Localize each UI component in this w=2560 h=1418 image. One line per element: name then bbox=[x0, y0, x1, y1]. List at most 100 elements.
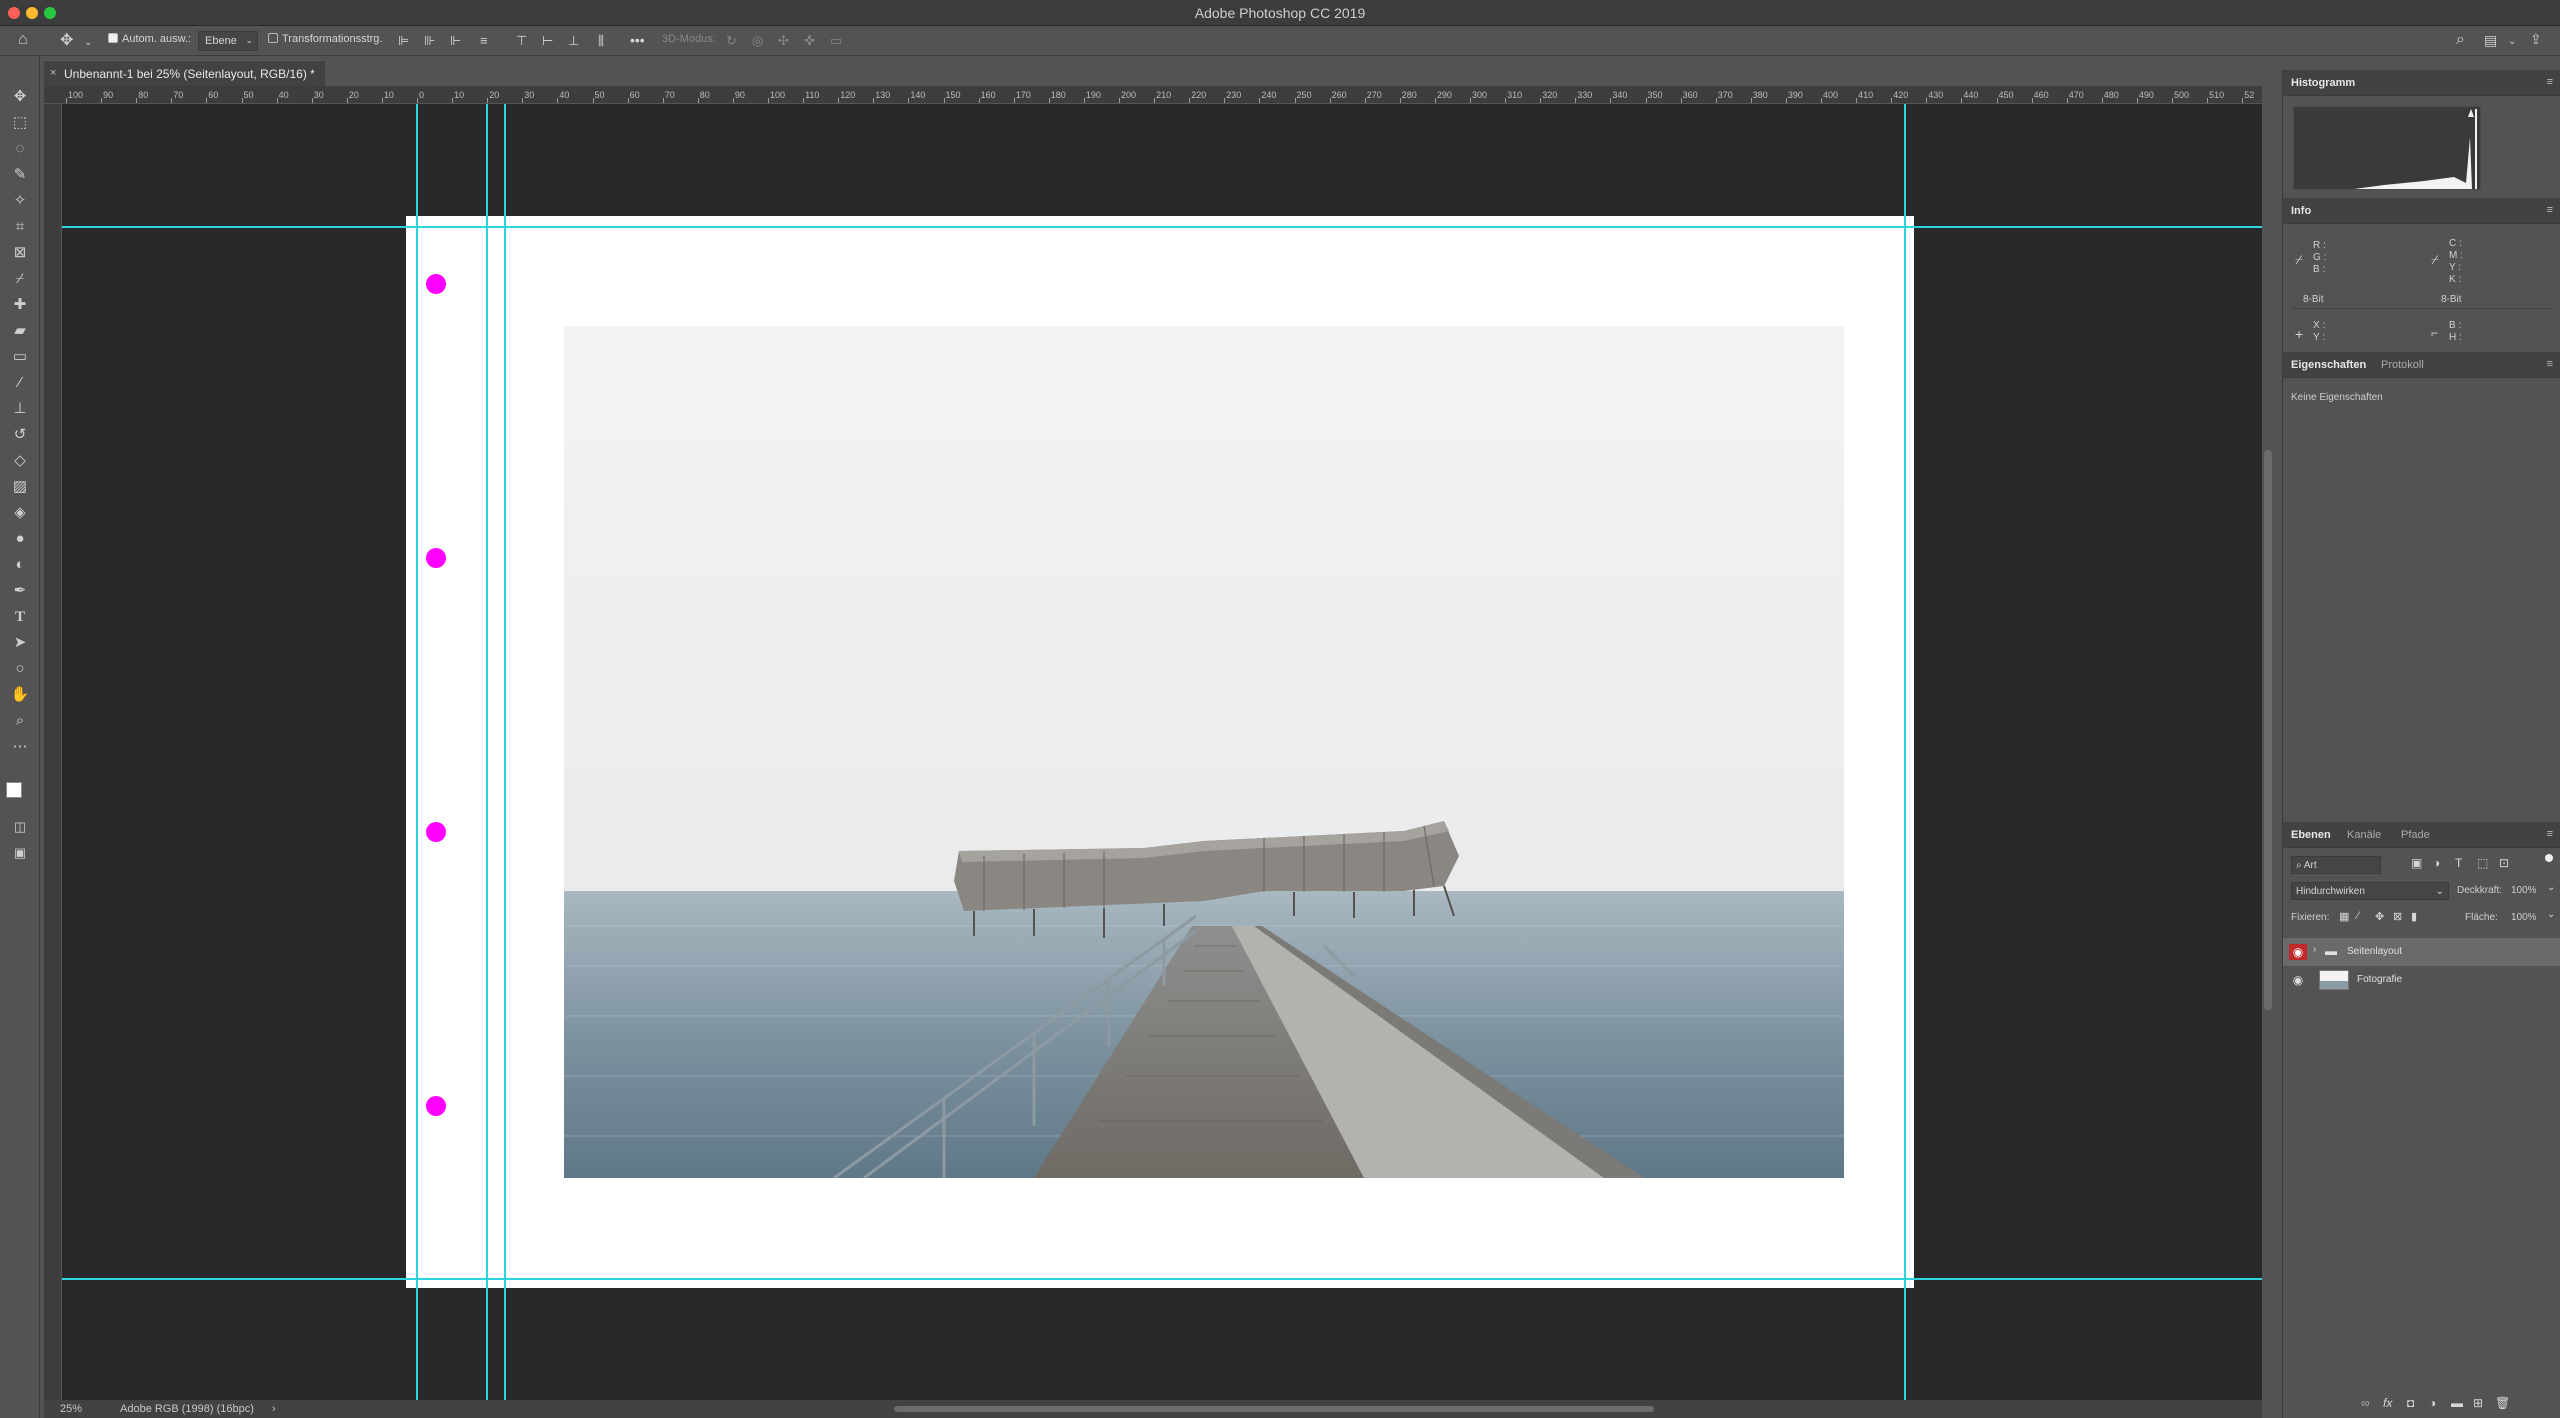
mask-icon[interactable]: ◘ bbox=[2407, 1396, 2414, 1410]
gradient-tool-icon[interactable]: ▨ bbox=[8, 476, 32, 498]
blend-mode-dropdown[interactable]: Hindurchwirken ⌄ bbox=[2291, 882, 2449, 900]
zoom-tool-icon[interactable]: ⌕ bbox=[8, 710, 32, 732]
horizontal-guide[interactable] bbox=[62, 226, 2262, 228]
dodge-tool-icon[interactable]: ◐ bbox=[8, 554, 32, 576]
more-tools-icon[interactable]: ⋯ bbox=[8, 736, 32, 758]
distribute-icon[interactable]: ≡ bbox=[480, 33, 488, 49]
path-selection-icon[interactable]: ➤ bbox=[8, 632, 32, 654]
paint-bucket-icon[interactable]: ◈ bbox=[8, 502, 32, 524]
magic-wand-icon[interactable]: ✧ bbox=[8, 190, 32, 212]
lock-artboard-icon[interactable]: ⊠ bbox=[2393, 910, 2402, 923]
tab-info[interactable]: Info bbox=[2291, 205, 2311, 217]
lock-all-icon[interactable]: ▮ bbox=[2411, 910, 2417, 923]
ruler-tool-icon[interactable]: ▰ bbox=[8, 320, 32, 342]
marquee-tool-icon[interactable]: ⬚ bbox=[8, 112, 32, 134]
layer-name[interactable]: Fotografie bbox=[2357, 974, 2402, 985]
screen-mode-icon[interactable]: ▣ bbox=[8, 842, 32, 864]
horizontal-scrollbar[interactable] bbox=[894, 1406, 1654, 1412]
visibility-eye-icon[interactable]: ◉ bbox=[2289, 972, 2307, 988]
vertical-guide[interactable] bbox=[486, 104, 488, 1400]
roll-3d-icon[interactable]: ◎ bbox=[752, 33, 763, 49]
chevron-down-icon[interactable]: ⌄ bbox=[2508, 34, 2516, 50]
history-brush-icon[interactable]: ↺ bbox=[8, 424, 32, 446]
layer-filter-dropdown[interactable]: ⌕ Art bbox=[2291, 856, 2381, 874]
layer-row-fotografie[interactable]: ◉ Fotografie bbox=[2283, 966, 2560, 994]
canvas-area[interactable]: 100 90 80 70 60 50 40 30 20 10 0 10 20 30 40 50 60 70 80 90… bbox=[44, 86, 2262, 1400]
vertical-guide[interactable] bbox=[416, 104, 418, 1400]
marker-dot[interactable] bbox=[426, 274, 446, 294]
quick-mask-icon[interactable]: ◫ bbox=[8, 816, 32, 838]
filter-type-icon[interactable]: T bbox=[2455, 856, 2462, 870]
search-icon[interactable]: ⌕ bbox=[2456, 32, 2465, 48]
layer-row-seitenlayout[interactable]: ◉ › ▬ Seitenlayout bbox=[2283, 938, 2560, 966]
marker-dot[interactable] bbox=[426, 1096, 446, 1116]
status-arrow-icon[interactable]: › bbox=[272, 1403, 276, 1415]
chevron-down-icon[interactable]: ⌄ bbox=[2547, 909, 2555, 920]
filter-adjust-icon[interactable]: ◑ bbox=[2433, 856, 2440, 870]
tab-channels[interactable]: Kanäle bbox=[2347, 829, 2381, 841]
home-icon[interactable]: ⌂ bbox=[18, 32, 28, 48]
align-right-icon[interactable]: ⊩ bbox=[450, 33, 461, 49]
chevron-down-icon[interactable]: ⌄ bbox=[2547, 882, 2555, 893]
align-bottom-icon[interactable]: ⊥ bbox=[568, 33, 579, 49]
panel-menu-icon[interactable]: ≡ bbox=[2547, 828, 2553, 840]
tab-history[interactable]: Protokoll bbox=[2381, 359, 2424, 371]
lock-image-icon[interactable]: ⁄ bbox=[2357, 910, 2359, 922]
brush-tool-icon[interactable]: ⁄ bbox=[8, 372, 32, 394]
opacity-value[interactable]: 100% bbox=[2511, 885, 2537, 896]
filter-shape-icon[interactable]: ⬚ bbox=[2477, 856, 2488, 870]
eyedropper-icon[interactable]: ⌿ bbox=[8, 268, 32, 290]
panel-menu-icon[interactable]: ≡ bbox=[2547, 358, 2553, 370]
layer-name[interactable]: Seitenlayout bbox=[2347, 946, 2402, 957]
rotate-3d-icon[interactable]: ↻ bbox=[726, 33, 737, 49]
blur-tool-icon[interactable]: ● bbox=[8, 528, 32, 550]
healing-brush-icon[interactable]: ✚ bbox=[8, 294, 32, 316]
move-tool-icon[interactable]: ✥ bbox=[8, 86, 32, 108]
align-left-icon[interactable]: ⊫ bbox=[398, 33, 409, 49]
workspace-icon[interactable]: ▤ bbox=[2484, 32, 2497, 48]
zoom-level[interactable]: 25% bbox=[60, 1403, 82, 1415]
chevron-down-icon[interactable]: ⌄ bbox=[84, 35, 92, 51]
tab-layers[interactable]: Ebenen bbox=[2291, 829, 2331, 841]
adjustment-layer-icon[interactable]: ◑ bbox=[2429, 1396, 2436, 1410]
lock-transparent-icon[interactable]: ▦ bbox=[2339, 910, 2349, 923]
share-icon[interactable]: ⇪ bbox=[2530, 31, 2542, 47]
tab-paths[interactable]: Pfade bbox=[2401, 829, 2430, 841]
filter-toggle-icon[interactable] bbox=[2545, 854, 2553, 862]
marker-dot[interactable] bbox=[426, 822, 446, 842]
panel-menu-icon[interactable]: ≡ bbox=[2547, 204, 2553, 216]
close-icon[interactable]: × bbox=[50, 67, 56, 79]
chevron-right-icon[interactable]: › bbox=[2313, 944, 2316, 955]
marker-dot[interactable] bbox=[426, 548, 446, 568]
move-tool-icon[interactable]: ✥ bbox=[60, 33, 73, 49]
horizontal-guide[interactable] bbox=[62, 1278, 2262, 1280]
lasso-tool-icon[interactable]: ◌ bbox=[8, 138, 32, 160]
filter-smart-icon[interactable]: ⊡ bbox=[2499, 856, 2509, 870]
link-layers-icon[interactable]: ∞ bbox=[2361, 1396, 2370, 1410]
new-layer-icon[interactable]: ⊞ bbox=[2473, 1396, 2483, 1410]
delete-layer-icon[interactable]: 🗑 bbox=[2495, 1396, 2510, 1410]
panel-menu-icon[interactable]: ≡ bbox=[2547, 76, 2553, 88]
quick-selection-icon[interactable]: ✎ bbox=[8, 164, 32, 186]
visibility-eye-icon[interactable]: ◉ bbox=[2289, 944, 2307, 960]
transform-controls-checkbox[interactable]: Transformationsstrg. bbox=[268, 33, 382, 45]
crop-tool-icon[interactable]: ⌗ bbox=[8, 216, 32, 238]
more-options-button[interactable]: ••• bbox=[630, 32, 645, 48]
slide-3d-icon[interactable]: ✜ bbox=[804, 33, 815, 49]
photo-pier[interactable] bbox=[564, 326, 1844, 1178]
fill-value[interactable]: 100% bbox=[2511, 912, 2537, 923]
drag-3d-icon[interactable]: ✣ bbox=[778, 33, 789, 49]
tab-properties[interactable]: Eigenschaften bbox=[2291, 359, 2366, 371]
align-top-icon[interactable]: ⊤ bbox=[516, 33, 527, 49]
fx-icon[interactable]: fx bbox=[2383, 1396, 2392, 1410]
document-page[interactable] bbox=[406, 216, 1914, 1288]
filter-pixel-icon[interactable]: ▣ bbox=[2411, 856, 2422, 870]
vertical-guide[interactable] bbox=[504, 104, 506, 1400]
auto-select-checkbox[interactable]: Autom. ausw.: bbox=[108, 33, 191, 45]
foreground-color-swatch[interactable] bbox=[6, 782, 22, 798]
lock-position-icon[interactable]: ✥ bbox=[2375, 910, 2384, 923]
type-tool-icon[interactable]: T bbox=[8, 606, 32, 628]
new-group-icon[interactable]: ▬ bbox=[2451, 1396, 2463, 1410]
vertical-scrollbar[interactable] bbox=[2264, 450, 2272, 1010]
distribute-vertical-icon[interactable]: ⫼ bbox=[598, 33, 604, 49]
